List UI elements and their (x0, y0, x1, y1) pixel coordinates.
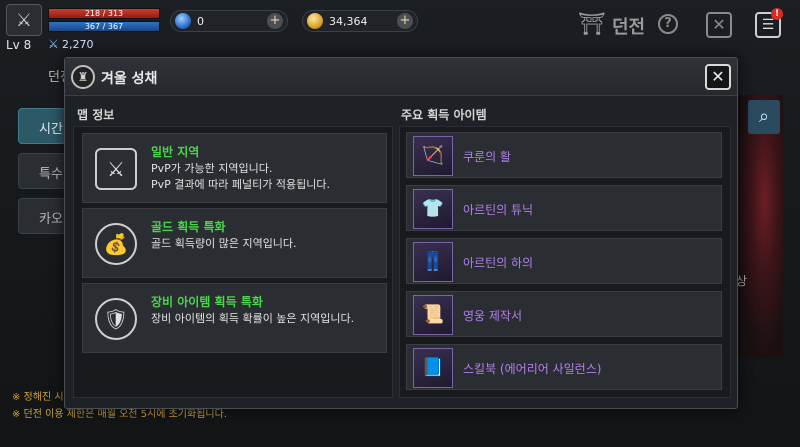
help-icon[interactable]: ? (658, 14, 678, 34)
player-class-icon[interactable]: ⚔ (6, 4, 42, 36)
item-name: 쿠룬의 활 (463, 150, 511, 164)
player-level: Lv 8 (6, 38, 32, 52)
notice-line: ※ 정해진 시 (12, 392, 64, 403)
combat-power: 2,270 (62, 38, 94, 51)
skillbook-icon: 📘 (413, 348, 453, 388)
region-description: 골드 획득량이 많은 지역입니다. (151, 237, 297, 250)
gem-currency: 0 + (170, 10, 288, 32)
gold-currency: 34,364 + (302, 10, 418, 32)
map-info-modal: ♜ 겨울 성채 ✕ 맵 정보 주요 획득 아이템 ⚔ 일반 지역 PvP가 가능… (64, 57, 738, 409)
gold-coin-icon (307, 13, 323, 29)
search-icon[interactable]: ⌕ (748, 100, 780, 134)
pants-icon: 👖 (413, 242, 453, 282)
pvp-map-icon: ⚔ (95, 148, 137, 190)
modal-title: 겨울 성채 (101, 71, 158, 87)
tunic-icon: 👕 (413, 189, 453, 229)
modal-header: ♜ 겨울 성채 ✕ (65, 58, 737, 96)
bow-icon: 🏹 (413, 136, 453, 176)
reward-item[interactable]: 🏹 쿠룬의 활 (406, 132, 722, 178)
equipment-bag-icon: 🛡 (95, 298, 137, 340)
region-card: 💰 골드 획득 특화 골드 획득량이 많은 지역입니다. (82, 208, 387, 278)
item-name: 스킬북 (에어리어 사일런스) (463, 362, 602, 376)
item-name: 아르틴의 튜닉 (463, 203, 534, 217)
map-info-heading: 맵 정보 (77, 108, 115, 122)
side-tab-time[interactable]: 시간 (18, 108, 66, 144)
add-gem-button[interactable]: + (267, 13, 283, 29)
castle-icon: ♜ (71, 65, 95, 89)
mp-bar: 367 / 367 (48, 21, 160, 32)
reward-item[interactable]: 👖 아르틴의 하의 (406, 238, 722, 284)
close-button[interactable]: ✕ (705, 64, 731, 90)
screen-title: 던전 (612, 17, 646, 38)
region-description: 장비 아이템의 획득 확률이 높은 지역입니다. (151, 312, 355, 325)
reward-item[interactable]: 📘 스킬북 (에어리어 사일런스) (406, 344, 722, 390)
item-name: 아르틴의 하의 (463, 256, 534, 270)
hp-bar: 218 / 313 (48, 8, 160, 19)
side-tab-special[interactable]: 특수 (18, 153, 66, 189)
scroll-icon: 📜 (413, 295, 453, 335)
region-card: 🛡 장비 아이템 획득 특화 장비 아이템의 획득 확률이 높은 지역입니다. (82, 283, 387, 353)
dungeon-gate-icon: ⛩ (578, 12, 606, 37)
gold-bag-icon: 💰 (95, 223, 137, 265)
side-tab-chaos[interactable]: 카오 (18, 198, 66, 234)
gold-amount: 34,364 (329, 14, 368, 28)
gem-icon (175, 13, 191, 29)
gem-amount: 0 (197, 14, 204, 28)
reward-item[interactable]: 👕 아르틴의 튜닉 (406, 185, 722, 231)
add-gold-button[interactable]: + (397, 13, 413, 29)
reward-items-heading: 주요 획득 아이템 (401, 108, 487, 122)
map-info-panel: ⚔ 일반 지역 PvP가 가능한 지역입니다. PvP 결과에 따라 페널티가 … (73, 126, 393, 398)
region-description: PvP가 가능한 지역입니다. PvP 결과에 따라 페널티가 적용됩니다. (151, 162, 330, 191)
top-hud: ⚔ 218 / 313 367 / 367 Lv 8 ⚔ 2,270 0 + 3… (0, 0, 800, 55)
notification-badge: ! (771, 8, 783, 20)
screen-close-button[interactable]: ✕ (706, 12, 732, 38)
region-card: ⚔ 일반 지역 PvP가 가능한 지역입니다. PvP 결과에 따라 페널티가 … (82, 133, 387, 203)
reward-items-panel: 🏹 쿠룬의 활 👕 아르틴의 튜닉 👖 아르틴의 하의 📜 영웅 제작서 📘 스… (399, 126, 731, 398)
region-title: 장비 아이템 획득 특화 (151, 295, 263, 309)
combat-power-icon: ⚔ (48, 37, 59, 51)
region-title: 일반 지역 (151, 145, 200, 159)
dungeon-art (737, 95, 783, 357)
reward-item[interactable]: 📜 영웅 제작서 (406, 291, 722, 337)
region-title: 골드 획득 특화 (151, 220, 226, 234)
item-name: 영웅 제작서 (463, 309, 523, 323)
